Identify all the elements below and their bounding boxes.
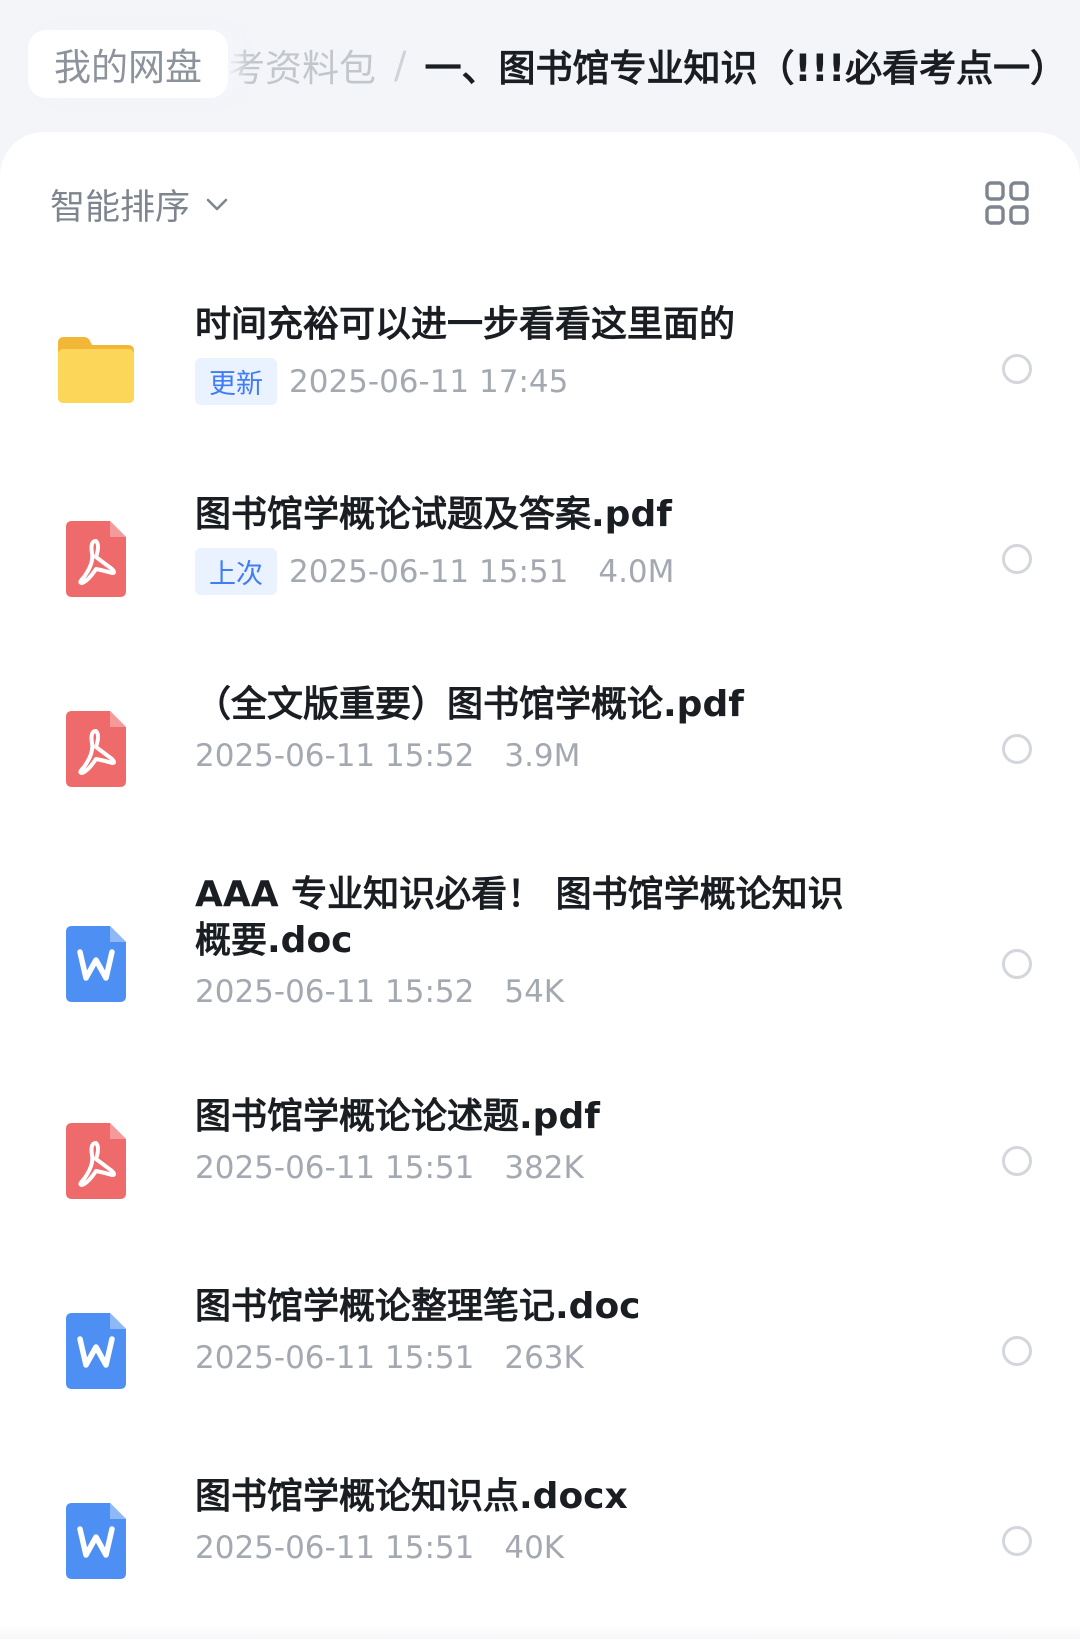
breadcrumb-separator: / [394, 43, 407, 87]
file-row[interactable]: 图书馆学概论试题及答案.pdf 上次 2025-06-11 15:51 4.0M [0, 486, 1080, 636]
breadcrumb-current: 一、图书馆专业知识（!!!必看考点一） [424, 47, 1068, 90]
breadcrumb-trail: 考资料包 / 一、图书馆专业知识（!!!必看考点一） [228, 34, 1067, 96]
file-date: 2025-06-11 17:45 [289, 363, 569, 400]
file-name: 时间充裕可以进一步看看这里面的 [195, 304, 736, 345]
file-row[interactable]: 时间充裕可以进一步看看这里面的更新 2025-06-11 17:45 [0, 296, 1080, 446]
file-size: 4.0M [598, 553, 675, 590]
file-name: AAA 专业知识必看！ 图书馆学概论知识概要.doc [195, 874, 844, 961]
file-row[interactable]: AAA 专业知识必看！ 图书馆学概论知识概要.doc 2025-06-11 15:… [0, 866, 1080, 1066]
file-info: 图书馆学概论试题及答案.pdf 上次 2025-06-11 15:51 4.0M [195, 492, 895, 595]
file-row[interactable]: 图书馆学概论知识点.docx 2025-06-11 15:51 40K [0, 1468, 1080, 1618]
select-checkbox[interactable] [1002, 544, 1032, 574]
file-name: （全文版重要）图书馆学概论.pdf [195, 684, 744, 725]
select-checkbox[interactable] [1002, 1146, 1032, 1176]
select-checkbox[interactable] [1002, 1526, 1032, 1556]
file-date: 2025-06-11 15:51 [289, 553, 569, 590]
pdf-icon [54, 1119, 138, 1203]
file-meta: 更新 2025-06-11 17:45 [195, 358, 895, 405]
word-icon [54, 1309, 138, 1393]
sort-button[interactable]: 智能排序 [50, 174, 230, 234]
file-info: 图书馆学概论整理笔记.doc 2025-06-11 15:51 263K [195, 1284, 895, 1376]
file-info: （全文版重要）图书馆学概论.pdf 2025-06-11 15:52 3.9M [195, 682, 895, 774]
status-badge: 更新 [195, 358, 277, 405]
file-row[interactable]: 图书馆学概论整理笔记.doc 2025-06-11 15:51 263K [0, 1278, 1080, 1428]
file-size: 40K [504, 1530, 565, 1566]
file-date: 2025-06-11 15:51 [195, 1340, 475, 1376]
file-meta: 2025-06-11 15:52 3.9M [195, 738, 895, 774]
select-checkbox[interactable] [1002, 949, 1032, 979]
file-info: 图书馆学概论知识点.docx 2025-06-11 15:51 40K [195, 1474, 895, 1566]
file-meta: 2025-06-11 15:51 40K [195, 1530, 895, 1566]
file-date: 2025-06-11 15:52 [195, 974, 475, 1010]
pdf-icon [54, 517, 138, 601]
file-row[interactable]: （全文版重要）图书馆学概论.pdf 2025-06-11 15:52 3.9M [0, 676, 1080, 826]
file-size: 54K [504, 974, 565, 1010]
file-name: 图书馆学概论知识点.docx [195, 1476, 628, 1517]
breadcrumb-home[interactable]: 我的网盘 [28, 30, 228, 98]
file-size: 3.9M [504, 738, 581, 774]
file-meta: 上次 2025-06-11 15:51 4.0M [195, 548, 895, 595]
file-name: 图书馆学概论论述题.pdf [195, 1096, 600, 1137]
file-meta: 2025-06-11 15:51 263K [195, 1340, 895, 1376]
grid-view-icon[interactable] [984, 180, 1030, 226]
file-date: 2025-06-11 15:51 [195, 1150, 475, 1186]
file-info: 图书馆学概论论述题.pdf 2025-06-11 15:51 382K [195, 1094, 895, 1186]
select-checkbox[interactable] [1002, 734, 1032, 764]
file-date: 2025-06-11 15:52 [195, 738, 475, 774]
file-date: 2025-06-11 15:51 [195, 1530, 475, 1566]
file-size: 263K [504, 1340, 584, 1376]
file-info: AAA 专业知识必看！ 图书馆学概论知识概要.doc 2025-06-11 15:… [195, 872, 875, 1010]
word-icon [54, 922, 138, 1006]
breadcrumb-parent[interactable]: 考资料包 [228, 38, 376, 92]
select-checkbox[interactable] [1002, 1336, 1032, 1366]
status-badge: 上次 [195, 548, 277, 595]
word-icon [54, 1499, 138, 1583]
file-info: 时间充裕可以进一步看看这里面的更新 2025-06-11 17:45 [195, 302, 895, 405]
file-name: 图书馆学概论整理笔记.doc [195, 1286, 641, 1327]
toolbar: 智能排序 [50, 174, 1030, 234]
bottom-edge [0, 1625, 1080, 1639]
file-meta: 2025-06-11 15:52 54K [195, 974, 875, 1010]
file-row[interactable]: 图书馆学概论论述题.pdf 2025-06-11 15:51 382K [0, 1088, 1080, 1238]
folder-icon [54, 327, 138, 411]
file-size: 382K [504, 1150, 584, 1186]
pdf-icon [54, 707, 138, 791]
file-meta: 2025-06-11 15:51 382K [195, 1150, 895, 1186]
breadcrumb: 我的网盘 考资料包 / 一、图书馆专业知识（!!!必看考点一） [0, 0, 1080, 130]
chevron-down-icon [206, 198, 228, 211]
sort-label: 智能排序 [50, 187, 191, 228]
file-name: 图书馆学概论试题及答案.pdf [195, 494, 672, 535]
select-checkbox[interactable] [1002, 354, 1032, 384]
